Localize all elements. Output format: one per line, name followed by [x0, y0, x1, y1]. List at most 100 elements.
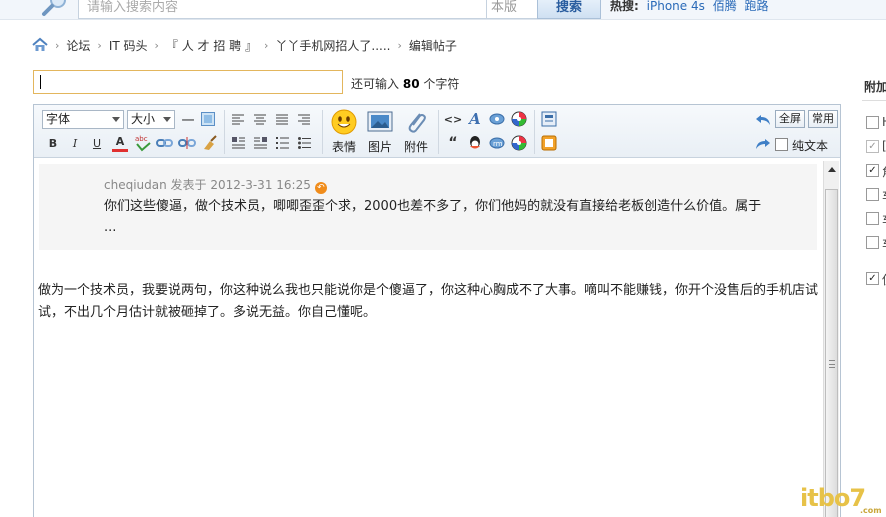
hr-button[interactable]: 一	[180, 111, 196, 129]
breadcrumb-subboard[interactable]: 『 人 才 招 聘 』	[166, 37, 257, 54]
page-icon[interactable]	[540, 110, 558, 128]
align-center-icon[interactable]	[252, 111, 268, 127]
option-label: 使	[882, 271, 886, 288]
quote-button[interactable]: “	[444, 135, 462, 151]
common-button[interactable]: 常用	[808, 110, 838, 128]
hot-link[interactable]: iPhone 4s	[647, 0, 705, 13]
post-title-input[interactable]	[33, 70, 343, 94]
option-label: [	[882, 139, 886, 153]
undo-icon[interactable]	[754, 112, 772, 128]
scroll-up-arrow-icon[interactable]	[824, 161, 839, 177]
option-checkbox[interactable]: ✓	[866, 140, 879, 153]
reply-arrow-icon[interactable]: ↶	[314, 182, 327, 194]
top-search-bar: 请输入搜索内容 本版 搜索 热搜: iPhone 4s 佰腾 跑路	[0, 0, 886, 20]
post-body-text[interactable]: 做为一个技术员，我要说两句，你这种说么我也只能说你是个傻逼了，你这种心胸成不了大…	[38, 280, 818, 324]
scrollbar-thumb[interactable]	[825, 189, 838, 517]
link-icon[interactable]	[156, 134, 174, 152]
editor-scrollbar[interactable]	[823, 161, 839, 517]
float-right-icon[interactable]	[252, 135, 268, 151]
hot-search: 热搜: iPhone 4s 佰腾 跑路	[610, 0, 769, 13]
svg-text:abc: abc	[135, 135, 148, 143]
watermark-text: itbo7	[800, 484, 866, 512]
home-icon[interactable]	[32, 37, 48, 53]
bold-button[interactable]: B	[46, 135, 60, 151]
plaintext-checkbox[interactable]	[775, 138, 788, 151]
remaining-prefix: 还可输入	[351, 77, 400, 91]
font-style-button[interactable]: A	[466, 110, 484, 128]
search-input[interactable]: 请输入搜索内容	[78, 0, 488, 19]
redo-icon[interactable]	[754, 136, 772, 152]
side-panel-divider	[862, 100, 886, 101]
site-watermark-logo: itbo7 .com	[800, 484, 882, 515]
option-checkbox[interactable]: ✓	[866, 164, 879, 177]
background-color-icon[interactable]	[200, 111, 216, 127]
font-size-select[interactable]: 大小	[127, 110, 175, 129]
float-left-icon[interactable]	[230, 135, 246, 151]
search-logo-icon	[38, 0, 68, 18]
font-family-value: 字体	[46, 112, 71, 126]
remaining-count: 80	[402, 77, 420, 91]
breadcrumb-board[interactable]: IT 码头	[109, 37, 148, 54]
plaintext-label: 纯文本	[792, 139, 829, 153]
quote-meta: cheqiudan 发表于 2012-3-31 16:25 ↶	[104, 176, 327, 194]
font-family-select[interactable]: 字体	[42, 110, 124, 129]
breadcrumb-forum[interactable]: 论坛	[66, 37, 90, 54]
breadcrumb-separator: ›	[55, 38, 60, 52]
font-size-value: 大小	[131, 112, 156, 126]
align-right-icon[interactable]	[296, 111, 312, 127]
option-checkbox[interactable]	[866, 116, 879, 129]
insert-module-icon[interactable]	[540, 134, 558, 152]
breadcrumb-separator: ›	[97, 38, 102, 52]
option-checkbox[interactable]	[866, 188, 879, 201]
smiley-button[interactable]: 表情	[328, 109, 360, 155]
fullscreen-button[interactable]: 全屏	[775, 110, 805, 128]
option-label: H	[882, 115, 886, 129]
italic-button[interactable]: I	[68, 135, 82, 151]
option-checkbox[interactable]	[866, 212, 879, 225]
music-icon[interactable]: rm	[488, 135, 506, 151]
text-caret	[40, 75, 41, 89]
breadcrumb-separator: ›	[264, 38, 269, 52]
image-button[interactable]: 图片	[364, 109, 396, 155]
clear-format-icon[interactable]	[200, 134, 218, 152]
search-scope-select[interactable]: 本版	[486, 0, 538, 19]
image-label: 图片	[367, 140, 392, 154]
breadcrumb-current: 编辑帖子	[408, 38, 457, 53]
remaining-suffix: 个字符	[423, 77, 460, 91]
ordered-list-icon[interactable]	[274, 135, 290, 151]
breadcrumb-thread[interactable]: 丫丫手机网招人了.....	[275, 37, 390, 54]
post-editor: 字体 大小 一 B I U A abc 表情 图片 附件 <> A “ rm 全…	[33, 104, 841, 517]
svg-text:rm: rm	[493, 140, 503, 148]
spellcheck-icon[interactable]: abc	[134, 134, 152, 152]
image-icon	[367, 111, 393, 132]
qq-icon[interactable]	[466, 134, 484, 152]
font-color-button[interactable]: A	[112, 134, 128, 152]
align-left-icon[interactable]	[230, 111, 246, 127]
option-checkbox[interactable]: ✓	[866, 272, 879, 285]
align-justify-icon[interactable]	[274, 111, 290, 127]
breadcrumb: › 论坛 › IT 码头 › 『 人 才 招 聘 』 › 丫丫手机网招人了...…	[32, 36, 457, 54]
attachment-button[interactable]: 附件	[400, 109, 432, 155]
hot-link[interactable]: 跑路	[745, 0, 769, 13]
hot-link[interactable]: 佰腾	[713, 0, 737, 13]
media-icon[interactable]	[510, 110, 528, 128]
breadcrumb-separator: ›	[397, 38, 402, 52]
option-label: 车	[882, 187, 886, 204]
smiley-icon	[331, 109, 357, 135]
hot-search-label: 热搜:	[610, 0, 639, 13]
option-checkbox[interactable]	[866, 236, 879, 249]
underline-button[interactable]: U	[90, 135, 104, 151]
editor-toolbar: 字体 大小 一 B I U A abc 表情 图片 附件 <> A “ rm 全…	[34, 105, 840, 158]
video-icon[interactable]	[510, 134, 528, 152]
quoted-post: cheqiudan 发表于 2012-3-31 16:25 ↶ 你们这些傻逼，做个…	[39, 164, 817, 250]
option-label: 角	[882, 163, 886, 180]
unlink-icon[interactable]	[178, 134, 196, 152]
watermark-suffix: .com	[860, 506, 882, 515]
attachment-label: 附件	[403, 140, 428, 154]
search-button[interactable]: 搜索	[537, 0, 601, 19]
flash-icon[interactable]	[488, 111, 506, 127]
unordered-list-icon[interactable]	[296, 135, 312, 151]
remaining-chars-hint: 还可输入 80 个字符	[351, 75, 459, 92]
breadcrumb-separator: ›	[154, 38, 159, 52]
code-button[interactable]: <>	[444, 111, 462, 127]
